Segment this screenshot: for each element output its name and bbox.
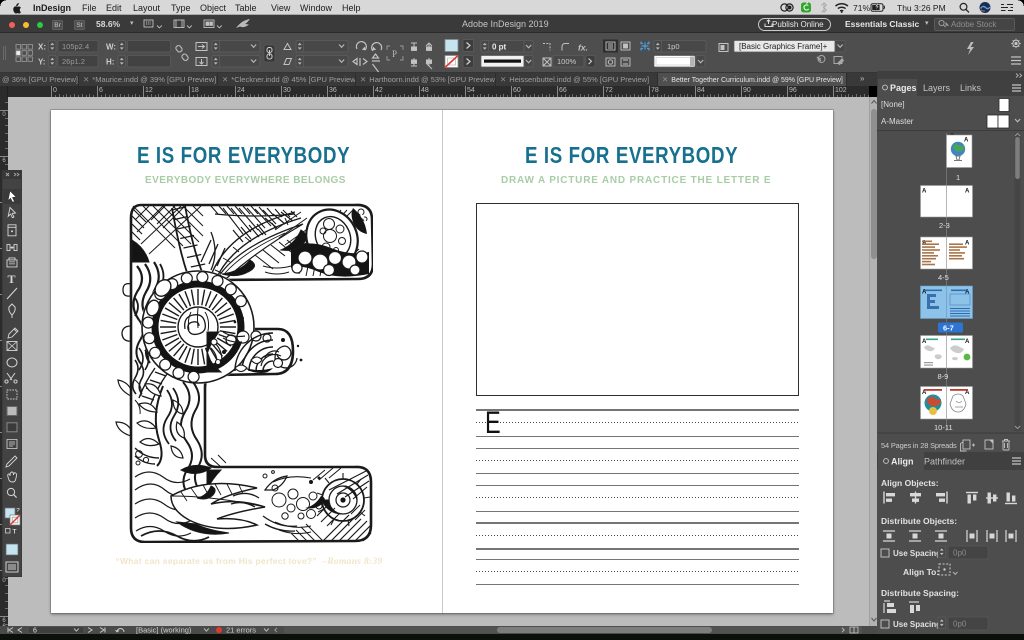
svg-text:A: A <box>922 390 927 396</box>
svg-text:Align To:: Align To: <box>903 567 939 577</box>
svg-text:10-11: 10-11 <box>934 423 953 432</box>
svg-text:File: File <box>82 3 97 13</box>
svg-text:54 Pages in 28 Spreads: 54 Pages in 28 Spreads <box>881 441 957 450</box>
svg-text:4-5: 4-5 <box>938 273 949 282</box>
svg-text:1p0: 1p0 <box>667 42 680 51</box>
svg-text:Y:: Y: <box>38 58 45 67</box>
svg-text:Help: Help <box>342 3 361 13</box>
svg-text:H:: H: <box>106 58 114 67</box>
svg-text:A: A <box>965 390 970 396</box>
svg-text:Thu 3:26 PM: Thu 3:26 PM <box>897 3 946 13</box>
svg-text:Distribute Objects:: Distribute Objects: <box>881 516 957 526</box>
svg-text:71%: 71% <box>853 3 870 13</box>
svg-text:Distribute Spacing:: Distribute Spacing: <box>881 588 959 598</box>
svg-text:26p1.2: 26p1.2 <box>62 57 85 66</box>
svg-text:0 pt: 0 pt <box>492 43 507 52</box>
svg-text:[Basic] (working): [Basic] (working) <box>136 626 192 634</box>
svg-text:View: View <box>271 3 291 13</box>
svg-text:Use Spacing: Use Spacing <box>893 549 941 558</box>
svg-text:A: A <box>965 189 970 195</box>
svg-text:Edit: Edit <box>106 3 122 13</box>
svg-text:Window: Window <box>300 3 333 13</box>
svg-text:[Basic Graphics Frame]+: [Basic Graphics Frame]+ <box>739 42 828 51</box>
svg-text:Object: Object <box>200 3 227 13</box>
svg-text:P: P <box>392 49 397 59</box>
svg-text:1: 1 <box>956 173 960 182</box>
svg-text:[None]: [None] <box>881 100 905 109</box>
svg-text:8-9: 8-9 <box>938 372 949 381</box>
svg-text:105p2.4: 105p2.4 <box>62 42 89 51</box>
svg-text:0p0: 0p0 <box>953 549 967 558</box>
svg-text:Table: Table <box>235 3 257 13</box>
svg-text:A: A <box>964 138 969 144</box>
svg-text:fx.: fx. <box>578 43 588 53</box>
svg-text:A-Master: A-Master <box>881 117 914 126</box>
svg-text:2-3: 2-3 <box>939 221 950 230</box>
svg-text:A: A <box>965 241 970 247</box>
svg-text:21 errors: 21 errors <box>226 626 256 634</box>
svg-text:Layers: Layers <box>923 83 951 93</box>
svg-text:Align: Align <box>891 457 914 467</box>
svg-text:Layout: Layout <box>133 3 161 13</box>
svg-text:Align Objects:: Align Objects: <box>881 478 939 488</box>
svg-text:InDesign: InDesign <box>33 3 71 13</box>
svg-text:T: T <box>13 529 17 536</box>
svg-text:Use Spacing: Use Spacing <box>893 620 941 629</box>
svg-text:A: A <box>922 189 927 195</box>
svg-text:W:: W: <box>106 43 116 52</box>
svg-text:Type: Type <box>171 3 191 13</box>
svg-text:6-7: 6-7 <box>943 324 954 333</box>
svg-text:6: 6 <box>33 627 37 634</box>
svg-text:Pages: Pages <box>890 83 917 93</box>
svg-text:X:: X: <box>38 43 46 52</box>
svg-text:Links: Links <box>960 83 982 93</box>
svg-text:100%: 100% <box>557 57 577 66</box>
svg-text:A: A <box>965 339 970 345</box>
svg-text:Pathfinder: Pathfinder <box>924 457 965 467</box>
svg-text:T: T <box>8 272 16 286</box>
svg-text:0p0: 0p0 <box>953 620 967 629</box>
